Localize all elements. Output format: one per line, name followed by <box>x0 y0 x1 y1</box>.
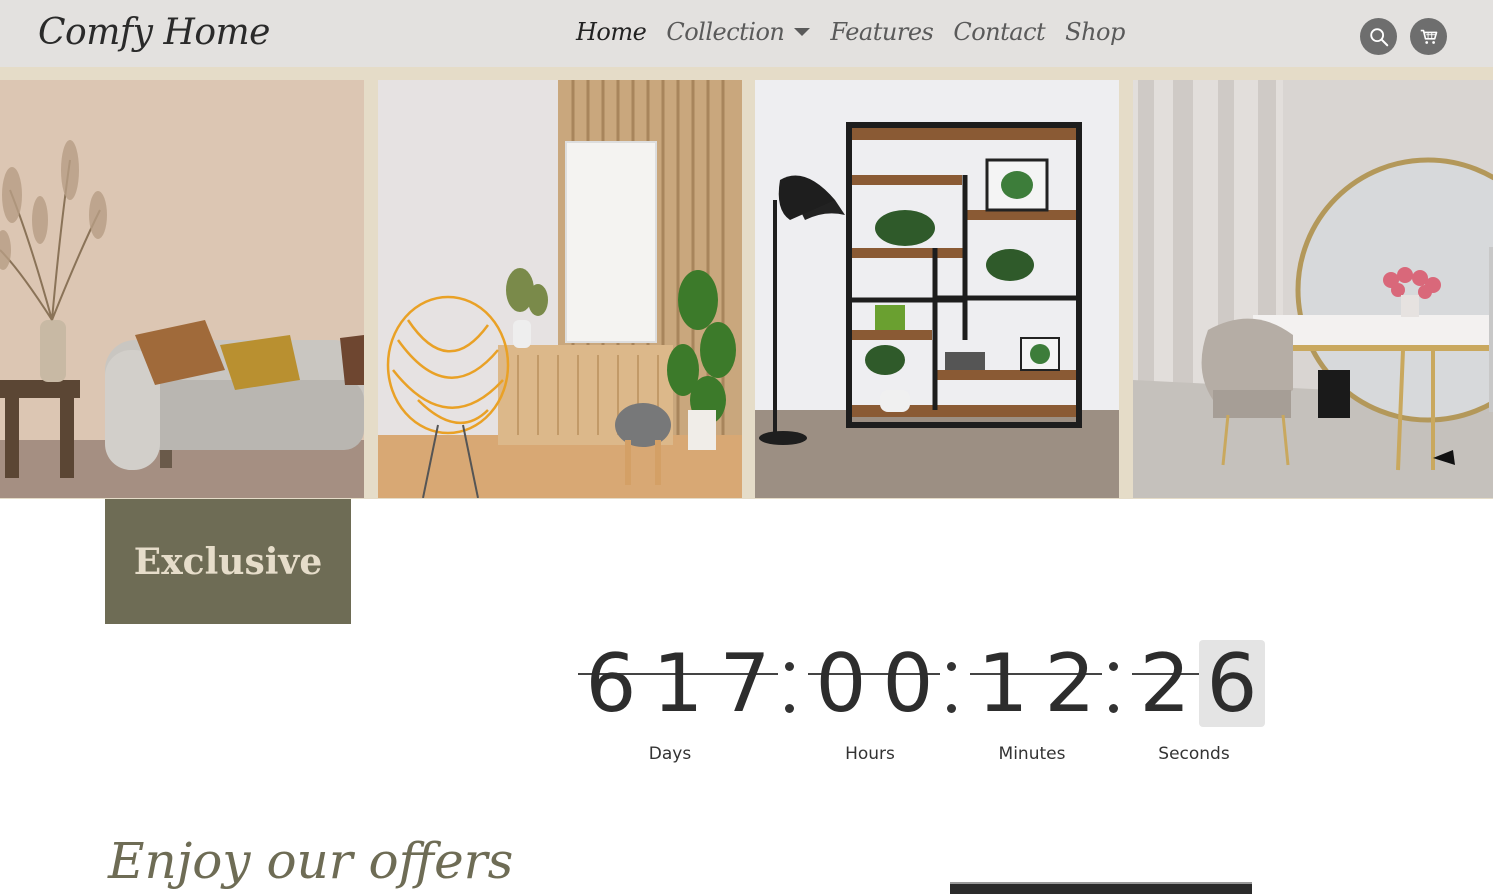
countdown-seconds-digit: 2 <box>1139 637 1191 730</box>
countdown-separator <box>1107 654 1119 714</box>
countdown-hours-label: Hours <box>845 744 895 764</box>
countdown-days-digit: 6 <box>585 637 637 730</box>
gallery-image-living-room[interactable] <box>0 80 364 498</box>
search-button[interactable] <box>1360 18 1397 55</box>
countdown-days-digit: 1 <box>652 637 704 730</box>
nav-link-shop[interactable]: Shop <box>1065 18 1125 46</box>
nav-link-features[interactable]: Features <box>830 18 933 46</box>
exclusive-badge: Exclusive <box>105 499 351 624</box>
offers-heading: Enjoy our offers <box>108 832 514 890</box>
nav-links: Home Collection Features Contact Shop <box>576 18 1145 46</box>
nav-link-home[interactable]: Home <box>576 18 647 46</box>
nav-link-contact[interactable]: Contact <box>953 18 1045 46</box>
countdown-minutes-digit: 1 <box>977 637 1029 730</box>
page-scrollbar[interactable] <box>1489 247 1493 412</box>
gallery-image-vanity[interactable] <box>1133 80 1493 498</box>
countdown-hours-digit: 0 <box>815 637 867 730</box>
exclusive-label: Exclusive <box>133 540 323 583</box>
gallery-image-shelf[interactable] <box>755 80 1119 498</box>
offer-card-preview[interactable] <box>950 882 1252 894</box>
countdown-minutes-digit: 2 <box>1044 637 1096 730</box>
search-icon <box>1369 27 1388 46</box>
countdown-days-label: Days <box>648 744 692 764</box>
countdown-seconds-label: Seconds <box>1158 744 1230 764</box>
brand-logo[interactable]: Comfy Home <box>38 12 270 53</box>
countdown-seconds-digit: 6 <box>1199 640 1265 727</box>
countdown-separator <box>783 654 795 714</box>
nav-link-collection[interactable]: Collection <box>666 18 811 46</box>
countdown-hours-digit: 0 <box>882 637 934 730</box>
chevron-down-icon <box>794 27 811 36</box>
nav-link-collection-label: Collection <box>666 18 785 46</box>
gallery-image-armchair[interactable] <box>378 80 742 498</box>
cart-button[interactable] <box>1410 18 1447 55</box>
countdown-minutes-label: Minutes <box>998 744 1066 764</box>
cart-icon <box>1420 29 1437 44</box>
hero-gallery <box>0 67 1493 499</box>
countdown-days-digit: 7 <box>719 637 771 730</box>
countdown-separator <box>945 654 957 714</box>
